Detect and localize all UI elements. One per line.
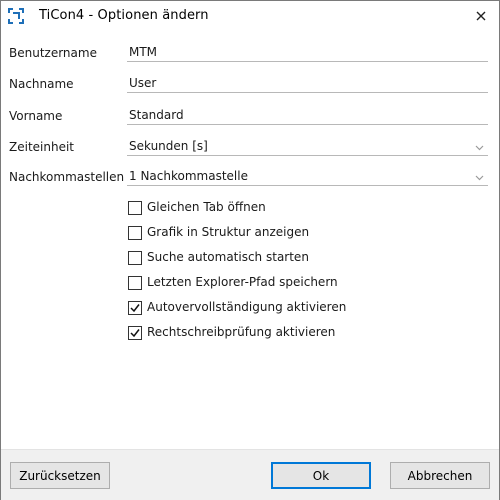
username-value: MTM — [129, 45, 158, 59]
firstname-value: Standard — [129, 108, 184, 122]
cancel-button[interactable]: Abbrechen — [390, 462, 490, 489]
checkbox-label: Rechtschreibprüfung aktivieren — [147, 325, 336, 339]
checkbox-label: Letzten Explorer-Pfad speichern — [147, 275, 338, 289]
checkmark-icon — [130, 304, 140, 313]
chevron-down-icon[interactable] — [475, 170, 484, 184]
lastname-label: Nachname — [9, 77, 74, 91]
ok-button[interactable]: Ok — [271, 462, 371, 489]
checkbox-unchecked[interactable] — [128, 251, 142, 265]
checkbox-unchecked[interactable] — [128, 276, 142, 290]
title-bar[interactable]: TiCon4 - Optionen ändern — [1, 1, 499, 32]
button-bar: Zurücksetzen Ok Abbrechen — [1, 449, 499, 500]
checkbox-spellcheck[interactable]: Rechtschreibprüfung aktivieren — [128, 325, 428, 343]
checkbox-label: Autovervollständigung aktivieren — [147, 300, 347, 314]
decimals-row: Nachkommastellen 1 Nachkommastelle — [1, 162, 499, 192]
app-icon — [8, 8, 24, 24]
checkbox-save-explorer-path[interactable]: Letzten Explorer-Pfad speichern — [128, 275, 428, 293]
checkbox-unchecked[interactable] — [128, 226, 142, 240]
firstname-field[interactable]: Standard — [127, 102, 488, 125]
checkbox-label: Grafik in Struktur anzeigen — [147, 225, 310, 239]
chevron-down-icon[interactable] — [475, 140, 484, 154]
checkbox-checked[interactable] — [128, 301, 142, 315]
firstname-row: Vorname Standard — [1, 101, 499, 131]
checkbox-label: Gleichen Tab öffnen — [147, 200, 266, 214]
checkbox-same-tab[interactable]: Gleichen Tab öffnen — [128, 200, 428, 218]
username-label: Benutzername — [9, 46, 97, 60]
checkbox-checked[interactable] — [128, 326, 142, 340]
checkbox-auto-search[interactable]: Suche automatisch starten — [128, 250, 428, 268]
decimals-label: Nachkommastellen — [9, 170, 125, 184]
time-unit-value: Sekunden [s] — [129, 139, 208, 153]
username-field[interactable]: MTM — [127, 39, 488, 62]
lastname-field[interactable]: User — [127, 70, 488, 93]
time-unit-label: Zeiteinheit — [9, 140, 74, 154]
checkbox-graphic-structure[interactable]: Grafik in Struktur anzeigen — [128, 225, 428, 243]
checkbox-label: Suche automatisch starten — [147, 250, 309, 264]
decimals-value: 1 Nachkommastelle — [129, 169, 248, 183]
lastname-row: Nachname User — [1, 69, 499, 99]
lastname-value: User — [129, 76, 157, 90]
checkmark-icon — [130, 329, 140, 338]
time-unit-select[interactable]: Sekunden [s] — [127, 133, 488, 156]
checkbox-unchecked[interactable] — [128, 201, 142, 215]
username-row: Benutzername MTM — [1, 38, 499, 68]
checkbox-autocomplete[interactable]: Autovervollständigung aktivieren — [128, 300, 428, 318]
close-icon[interactable] — [467, 3, 495, 29]
options-dialog: TiCon4 - Optionen ändern Benutzername MT… — [0, 0, 500, 500]
window-title: TiCon4 - Optionen ändern — [39, 8, 209, 23]
firstname-label: Vorname — [9, 109, 63, 123]
time-unit-row: Zeiteinheit Sekunden [s] — [1, 132, 499, 162]
reset-button[interactable]: Zurücksetzen — [10, 462, 110, 489]
decimals-select[interactable]: 1 Nachkommastelle — [127, 163, 488, 186]
